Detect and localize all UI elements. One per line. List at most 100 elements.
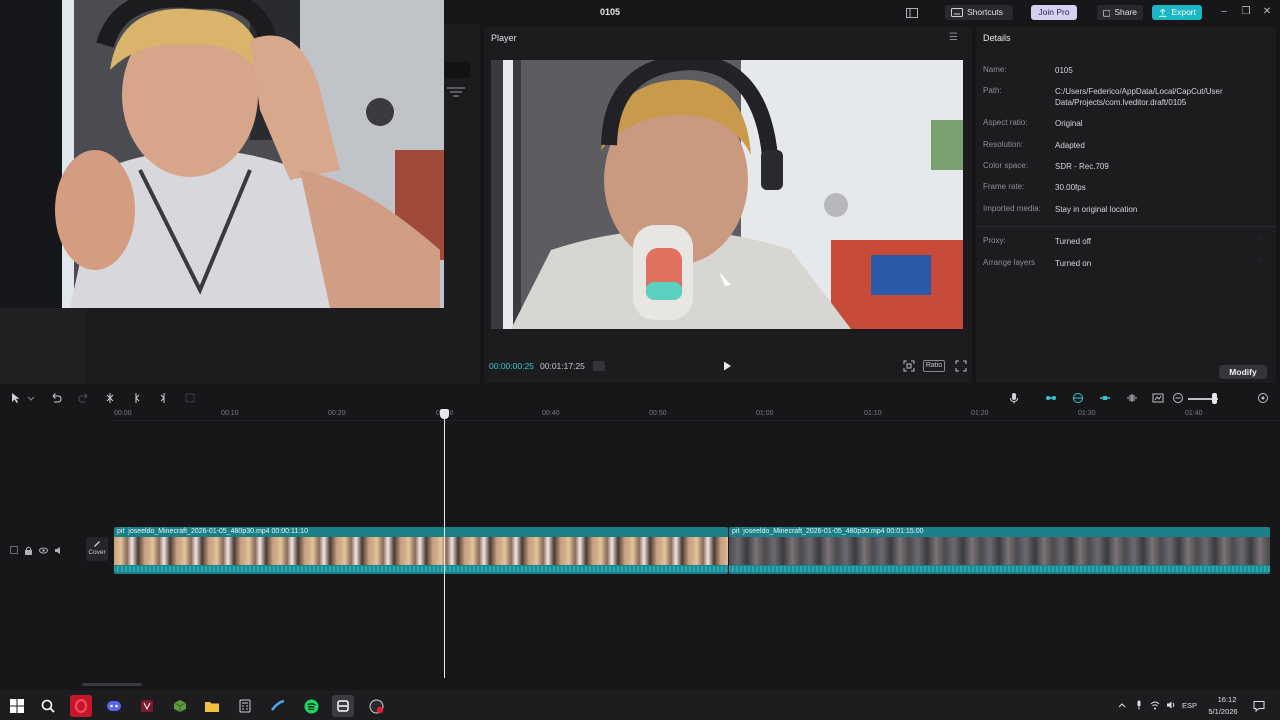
auto-snap-icon[interactable]: [1072, 392, 1084, 404]
timeline-scrollbar[interactable]: [82, 683, 142, 686]
total-timecode: 00:01:17:25: [540, 361, 585, 371]
speaker-icon[interactable]: [54, 546, 63, 555]
keyboard-icon: [951, 8, 963, 17]
discord-icon[interactable]: [103, 695, 125, 717]
taskbar: [0, 690, 1280, 720]
detail-value-path: C:/Users/Federico/AppData/Local/CapCut/U…: [1055, 87, 1223, 107]
search-icon[interactable]: [37, 695, 59, 717]
chevron-down-icon[interactable]: [27, 392, 35, 404]
share-label: Share: [1114, 7, 1137, 17]
project-title: 0105: [599, 7, 621, 17]
volume-icon[interactable]: [1166, 700, 1176, 710]
start-icon[interactable]: [6, 695, 28, 717]
zoom-out-icon[interactable]: [1172, 392, 1184, 404]
eye-icon[interactable]: [39, 546, 48, 555]
capcut-icon[interactable]: [332, 695, 354, 717]
media-sidebar: [0, 308, 86, 384]
network-icon[interactable]: [1150, 700, 1160, 710]
notifications-icon[interactable]: [1253, 700, 1265, 712]
zoom-slider-handle[interactable]: [1212, 393, 1217, 404]
media-search-field[interactable]: [445, 62, 470, 78]
minimize-icon[interactable]: –: [1217, 5, 1231, 19]
fullscreen-icon[interactable]: [955, 360, 967, 372]
opera-icon[interactable]: [70, 695, 92, 717]
join-pro-button[interactable]: Join Pro: [1031, 5, 1077, 20]
detail-label-frame-rate: Frame rate:: [983, 182, 1025, 191]
restore-icon[interactable]: ❐: [1239, 5, 1253, 19]
clip-thumbnails: [114, 537, 728, 565]
thumbnail-icon[interactable]: [1152, 392, 1164, 404]
spotify-icon[interactable]: [300, 695, 322, 717]
microphone-icon[interactable]: [1008, 392, 1020, 404]
share-icon: [1103, 9, 1111, 17]
ruler-tick-label: 00:10: [221, 410, 239, 417]
menu-icon[interactable]: ☰: [949, 32, 958, 43]
preview-axis-icon[interactable]: [1126, 392, 1138, 404]
cover-button[interactable]: Cover: [86, 537, 108, 561]
close-icon[interactable]: ✕: [1260, 5, 1274, 19]
clip-label: pit joseeldo_Minecraft_2026-01-05_480p30…: [732, 528, 924, 535]
audio-waveform: [729, 566, 1270, 572]
lock-icon[interactable]: [24, 546, 33, 555]
proxy-info-icon[interactable]: ◌: [1258, 234, 1263, 243]
clock-time[interactable]: 16:12: [1212, 695, 1242, 704]
steam-icon[interactable]: [267, 695, 289, 717]
clip-name: joseeldo_Minecraft_2026-01-05_480p30.mp4…: [743, 528, 924, 535]
export-button[interactable]: Export: [1152, 5, 1202, 20]
media-filter-icon[interactable]: [445, 86, 470, 100]
playhead[interactable]: [444, 412, 445, 678]
player-title: Player: [491, 33, 517, 43]
undo-icon[interactable]: [50, 392, 62, 404]
delete-left-icon[interactable]: [131, 392, 143, 404]
video-clip[interactable]: pit joseeldo_Minecraft_2026-01-05_480p30…: [729, 527, 1270, 574]
details-divider: [976, 226, 1276, 227]
modify-button[interactable]: Modify: [1219, 365, 1267, 379]
ruler-tick-label: 01:40: [1185, 410, 1203, 417]
track-controls: [10, 543, 75, 557]
play-icon: [724, 361, 731, 371]
ratio-button[interactable]: Ratio: [923, 360, 945, 372]
export-icon: [1158, 8, 1167, 17]
preview-frame-image: [491, 60, 963, 329]
obs-icon[interactable]: [365, 695, 387, 717]
timecode-mode-toggle[interactable]: [593, 361, 605, 371]
calculator-icon[interactable]: [234, 695, 256, 717]
minecraft-icon[interactable]: [169, 695, 191, 717]
linkage-icon[interactable]: [1099, 392, 1111, 404]
delete-right-icon[interactable]: [157, 392, 169, 404]
shortcuts-label: Shortcuts: [967, 7, 1003, 17]
video-clip[interactable]: pit joseeldo_Minecraft_2026-01-05_480p30…: [114, 527, 728, 574]
detail-value-proxy: Turned off: [1055, 237, 1092, 246]
detail-value-aspect-ratio: Original: [1055, 119, 1083, 128]
track-select-icon[interactable]: [10, 546, 18, 554]
player-preview[interactable]: [491, 60, 963, 329]
layout-button[interactable]: [900, 5, 924, 20]
shortcuts-button[interactable]: Shortcuts: [945, 5, 1013, 20]
main-track-magnet-icon[interactable]: [1045, 392, 1057, 404]
detail-value-name: 0105: [1055, 66, 1073, 75]
arrange-layers-info-icon[interactable]: ◌: [1258, 256, 1263, 265]
timeline-ruler[interactable]: [112, 420, 1280, 421]
zoom-fit-icon[interactable]: [1257, 392, 1269, 404]
playhead-handle[interactable]: [440, 409, 449, 419]
crop-icon[interactable]: [184, 392, 196, 404]
play-button[interactable]: [721, 360, 733, 372]
webcam-overlay: [0, 0, 444, 308]
clock-date[interactable]: 5/1/2026: [1203, 707, 1243, 716]
file-explorer-icon[interactable]: [201, 695, 223, 717]
split-icon[interactable]: [104, 392, 116, 404]
microphone-tray-icon[interactable]: [1134, 700, 1144, 710]
share-button[interactable]: Share: [1097, 5, 1143, 20]
ruler-tick-label: 01:10: [864, 410, 882, 417]
bandicam-icon[interactable]: [136, 695, 158, 717]
language-indicator[interactable]: ESP: [1182, 701, 1197, 710]
clip-name: joseeldo_Minecraft_2026-01-05_480p30.mp4…: [128, 528, 308, 535]
ruler-tick-label: 00:20: [328, 410, 346, 417]
detail-value-imported-media: Stay in original location: [1055, 205, 1138, 214]
chevron-up-icon[interactable]: [1117, 700, 1127, 710]
webcam-image: [0, 0, 444, 308]
select-cursor-icon[interactable]: [10, 392, 22, 404]
fit-view-icon[interactable]: [903, 360, 915, 372]
detail-label-resolution: Resolution:: [983, 140, 1024, 149]
redo-icon[interactable]: [78, 392, 90, 404]
